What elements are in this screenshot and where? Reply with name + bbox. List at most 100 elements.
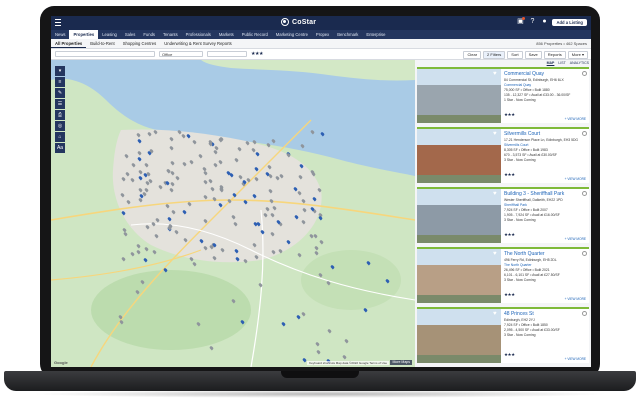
add-listing-button[interactable]: Add a Listing xyxy=(552,18,587,26)
subtab-shopping-centres[interactable]: Shopping Centres xyxy=(119,39,161,48)
select-checkbox[interactable] xyxy=(582,251,587,256)
property-card[interactable]: ♥ 48 Princes St Edinburgh, EH2 2YJ 7,924 SF… xyxy=(417,307,589,363)
cart-icon[interactable]: ▣ xyxy=(516,17,526,26)
subtab-underwriting-rent-survey-reports[interactable]: Underwriting & Rent Survey Reports xyxy=(160,39,236,48)
view-more-link[interactable]: + VIEW MORE xyxy=(565,357,586,361)
menu-icon[interactable] xyxy=(55,19,61,26)
property-card[interactable]: ♥ Commercial Quay 84 Commercial St, Edinbu… xyxy=(417,67,589,123)
nav-item-public-record[interactable]: Public Record xyxy=(238,30,272,39)
heart-icon[interactable]: ♥ xyxy=(493,251,497,257)
property-type-select[interactable]: Office xyxy=(159,51,203,57)
reports-button[interactable]: Reports xyxy=(543,51,566,59)
more-button[interactable]: More ▾ xyxy=(567,51,588,59)
view-more-link[interactable]: + VIEW MORE xyxy=(565,297,586,301)
property-title[interactable]: Building 3 - Sheriffhall Park xyxy=(504,191,586,197)
subtab-all-properties[interactable]: All Properties xyxy=(51,39,87,48)
view-tab-analytics[interactable]: ANALYTICS xyxy=(570,61,589,65)
size-select[interactable] xyxy=(207,51,247,57)
nav-item-enterprise[interactable]: Enterprise xyxy=(362,30,389,39)
nav-item-marketing-centre[interactable]: Marketing Centre xyxy=(272,30,312,39)
property-photo[interactable] xyxy=(417,69,501,123)
property-title[interactable]: 48 Princes St xyxy=(504,311,586,317)
costar-logo[interactable]: CoStar xyxy=(281,18,316,26)
top-bar: CoStar ▣ ? ● Add a Listing xyxy=(51,16,591,30)
property-title[interactable]: Silvermills Court xyxy=(504,131,586,137)
view-tab-list[interactable]: LIST xyxy=(558,61,565,65)
nav-item-markets[interactable]: Markets xyxy=(215,30,238,39)
property-photo[interactable] xyxy=(417,309,501,363)
property-photo[interactable] xyxy=(417,249,501,303)
property-list-panel: MAP LIST ANALYTICS ♥ Commercial Quay 84 Comm… xyxy=(415,60,591,367)
nav-item-properties[interactable]: Properties xyxy=(69,30,99,39)
logo-text: CoStar xyxy=(292,18,317,26)
property-info: Commercial Quay 84 Commercial St, Edinbur… xyxy=(504,71,586,102)
view-more-link[interactable]: + VIEW MORE xyxy=(565,117,586,121)
nav-item-funds[interactable]: Funds xyxy=(139,30,159,39)
heart-icon[interactable]: ♥ xyxy=(493,311,497,317)
property-address: Edinburgh, EH2 2YJ xyxy=(504,318,535,322)
select-checkbox[interactable] xyxy=(582,131,587,136)
nav-item-propex[interactable]: Propex xyxy=(312,30,333,39)
label-icon[interactable]: Aa xyxy=(55,143,65,153)
list-icon[interactable]: ☰ xyxy=(55,99,65,109)
nav-item-benchmark[interactable]: Benchmark xyxy=(333,30,362,39)
print-icon[interactable]: ⎙ xyxy=(55,110,65,120)
view-more-link[interactable]: + VIEW MORE xyxy=(565,177,586,181)
top-bar-actions: ▣ ? ● Add a Listing xyxy=(516,17,587,26)
map-tools: ▾ ≡ ✎ ☰ ⎙ ◎ ⌂ Aa xyxy=(55,66,65,153)
property-detail: 7,924 SF • Office • Built 2007 xyxy=(504,207,548,212)
property-detail: 75,000 SF • Office • Built 1880 xyxy=(504,87,550,92)
user-icon[interactable]: ● xyxy=(540,18,548,26)
property-card[interactable]: ♥ The North Quarter 496 Ferry Rd, Edinburg… xyxy=(417,247,589,303)
save-button[interactable]: Save xyxy=(524,51,542,59)
select-checkbox[interactable] xyxy=(582,191,587,196)
heart-icon[interactable]: ♥ xyxy=(493,71,497,77)
property-owner[interactable]: Sheriffhall Park xyxy=(504,203,586,207)
heart-icon[interactable]: ♥ xyxy=(493,131,497,137)
radius-icon[interactable]: ◎ xyxy=(55,121,65,131)
nav-item-news[interactable]: News xyxy=(51,30,69,39)
help-icon[interactable]: ? xyxy=(528,18,536,26)
app-screen: CoStar ▣ ? ● Add a Listing News Propertie… xyxy=(51,16,591,367)
subtab-build-to-rent[interactable]: Build-to-Rent xyxy=(86,39,118,48)
property-photo[interactable] xyxy=(417,189,501,243)
star-rating-filter[interactable]: ★★★ xyxy=(251,51,263,57)
property-address: 84 Commercial St, Edinburgh, EH6 6LX xyxy=(504,78,564,82)
nav-item-professionals[interactable]: Professionals xyxy=(182,30,215,39)
draw-icon[interactable]: ✎ xyxy=(55,88,65,98)
property-info: Building 3 - Sheriffhall Park Wester Sher… xyxy=(504,191,586,222)
view-tab-map[interactable]: MAP xyxy=(547,61,555,65)
property-address: 496 Ferry Rd, Edinburgh, EH5 2DL xyxy=(504,258,557,262)
property-card[interactable]: ♥ Silvermills Court 17-21 Henderson Place … xyxy=(417,127,589,183)
map-view-button[interactable]: More Maps xyxy=(390,360,412,365)
select-checkbox[interactable] xyxy=(582,71,587,76)
clear-button[interactable]: Clear xyxy=(463,51,482,59)
heart-icon[interactable]: ♥ xyxy=(493,191,497,197)
filter-actions: Clear 2 Filters Sort Save Reports More ▾ xyxy=(463,51,588,59)
nav-item-tenants[interactable]: Tenants xyxy=(159,30,182,39)
layers-icon[interactable]: ≡ xyxy=(55,77,65,87)
property-owner[interactable]: Silvermills Court xyxy=(504,143,586,147)
property-owner[interactable]: Commercial Quay xyxy=(504,83,586,87)
view-more-link[interactable]: + VIEW MORE xyxy=(565,237,586,241)
property-photo[interactable] xyxy=(417,129,501,183)
property-map[interactable]: ▾ ≡ ✎ ☰ ⎙ ◎ ⌂ Aa Google Keyboard shortcuts Map … xyxy=(51,60,415,367)
sort-button[interactable]: Sort xyxy=(507,51,523,59)
result-counts: 856 Properties • 462 Spaces xyxy=(536,41,587,46)
property-detail: 3 Star - Now Coming xyxy=(504,333,536,337)
property-owner[interactable]: The North Quarter xyxy=(504,263,586,267)
property-title[interactable]: The North Quarter xyxy=(504,251,586,257)
filter-icon[interactable]: ▾ xyxy=(55,66,65,76)
filters-button[interactable]: 2 Filters xyxy=(483,51,506,59)
property-title[interactable]: Commercial Quay xyxy=(504,71,586,77)
street-icon[interactable]: ⌂ xyxy=(55,132,65,142)
location-search-input[interactable] xyxy=(55,51,155,57)
nav-item-leasing[interactable]: Leasing xyxy=(98,30,121,39)
nav-item-sales[interactable]: Sales xyxy=(121,30,139,39)
property-detail: 7,924 SF • Office • Built 1850 xyxy=(504,323,548,327)
property-card[interactable]: ♥ Building 3 - Sheriffhall Park Wester She… xyxy=(417,187,589,243)
costar-logo-icon xyxy=(281,18,289,26)
map-canvas[interactable] xyxy=(51,60,415,367)
main-nav: News Properties Leasing Sales Funds Tenants Pr… xyxy=(51,30,591,39)
select-checkbox[interactable] xyxy=(582,311,587,316)
